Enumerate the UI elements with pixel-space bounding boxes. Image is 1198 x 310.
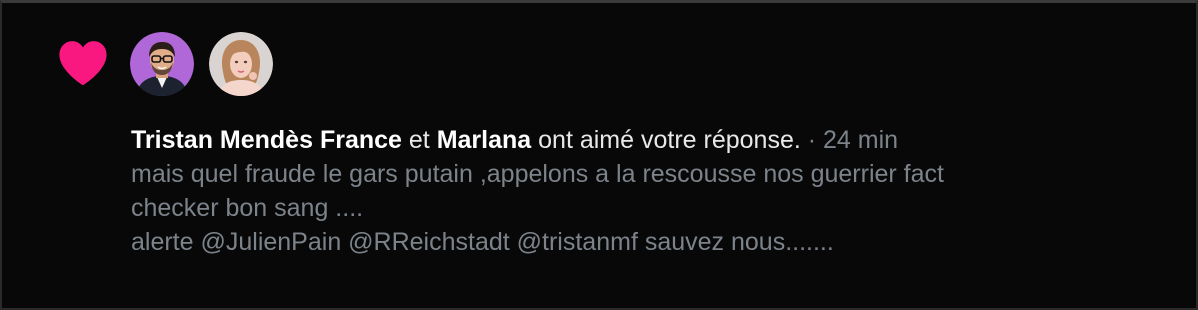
avatar-group <box>130 32 273 96</box>
user-name-2[interactable]: Marlana <box>437 126 531 154</box>
avatar-marlana[interactable] <box>209 32 273 96</box>
notification-content: Tristan Mendès France et Marlana ont aim… <box>131 123 1161 259</box>
action-text: ont aimé votre réponse. <box>538 126 801 154</box>
reply-text: mais quel fraude le gars putain ,appelon… <box>131 157 1161 259</box>
timestamp: 24 min <box>823 126 899 154</box>
notification-headline: Tristan Mendès France et Marlana ont aim… <box>131 123 1161 157</box>
heart-icon <box>59 41 107 86</box>
avatar-tristan[interactable] <box>130 32 194 96</box>
reply-line: mais quel fraude le gars putain ,appelon… <box>131 160 944 188</box>
separator-dot: · <box>807 126 817 154</box>
like-notification[interactable]: Tristan Mendès France et Marlana ont aim… <box>2 3 1196 308</box>
reply-line: checker bon sang .... <box>131 194 364 222</box>
user-name-1[interactable]: Tristan Mendès France <box>131 126 402 154</box>
reply-line: alerte @JulienPain @RReichstadt @tristan… <box>131 228 834 256</box>
connector-text: et <box>408 126 430 154</box>
notification-frame: Tristan Mendès France et Marlana ont aim… <box>0 0 1198 310</box>
